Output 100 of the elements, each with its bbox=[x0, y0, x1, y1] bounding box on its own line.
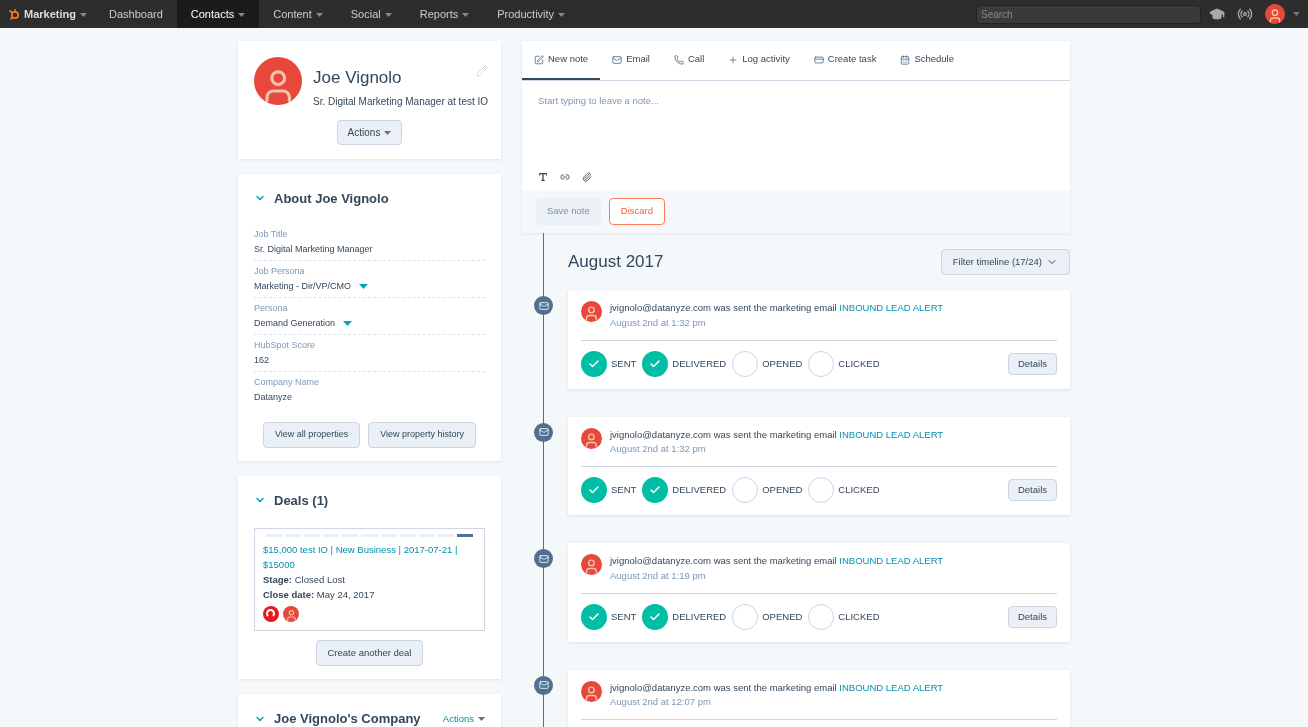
card-icon bbox=[813, 54, 824, 65]
composer-tab[interactable]: Schedule bbox=[888, 41, 966, 80]
deal-close-date: Close date: May 24, 2017 bbox=[263, 588, 376, 602]
contact-avatar bbox=[581, 554, 602, 576]
contact-avatar bbox=[581, 427, 602, 449]
field-label: Persona bbox=[254, 302, 289, 315]
company-actions-link[interactable]: Actions bbox=[442, 711, 485, 727]
status-label: OPENED bbox=[762, 483, 803, 498]
status-label: OPENED bbox=[762, 356, 803, 371]
property-dropdown[interactable]: Marketing - Dir/VP/CMO bbox=[254, 279, 368, 294]
deal-stage: Stage: Closed Lost bbox=[263, 573, 346, 587]
brand-menu[interactable]: Marketing bbox=[24, 5, 87, 23]
field-label: HubSpot Score bbox=[254, 339, 317, 352]
create-deal-button[interactable]: Create another deal bbox=[315, 640, 424, 667]
section-title: Deals (1) bbox=[274, 491, 329, 510]
contact-avatar bbox=[581, 680, 602, 702]
email-link[interactable]: INBOUND LEAD ALERT bbox=[839, 428, 944, 440]
status-label: SENT bbox=[611, 483, 637, 498]
envelope-icon bbox=[538, 680, 549, 691]
plus-icon bbox=[728, 54, 739, 65]
event-time: August 2nd at 1:32 pm bbox=[610, 315, 707, 330]
event-description: jvignolo@datanyze.com was sent the marketing email INBOUND LEAD ALERT bbox=[610, 554, 944, 569]
field-value: Sr. Digital Marketing Manager bbox=[254, 243, 374, 256]
event-description: jvignolo@datanyze.com was sent the marketing email INBOUND LEAD ALERT bbox=[610, 680, 944, 695]
check-icon bbox=[649, 610, 662, 623]
property-button[interactable]: View all properties bbox=[262, 422, 361, 448]
envelope-icon bbox=[538, 553, 549, 564]
nav-item[interactable]: Contacts bbox=[176, 0, 260, 28]
status-label: DELIVERED bbox=[672, 609, 727, 624]
check-icon bbox=[588, 610, 600, 623]
caret-icon bbox=[343, 321, 353, 326]
event-description: jvignolo@datanyze.com was sent the marketing email INBOUND LEAD ALERT bbox=[610, 301, 944, 316]
section-title: About Joe Vignolo bbox=[274, 189, 389, 208]
email-link[interactable]: INBOUND LEAD ALERT bbox=[839, 302, 944, 314]
event-time: August 2nd at 1:32 pm bbox=[610, 442, 707, 456]
deal-link[interactable]: $15,000 test IO | New Business | 2017-07-21 | $15000 bbox=[263, 542, 476, 572]
status-label: CLICKED bbox=[838, 356, 880, 371]
envelope-icon bbox=[538, 300, 549, 311]
status-label: CLICKED bbox=[838, 609, 880, 624]
month-heading: August 2017 bbox=[568, 251, 664, 274]
nav-item[interactable]: Productivity bbox=[483, 0, 580, 28]
event-time: August 2nd at 1:19 pm bbox=[610, 568, 707, 583]
details-button[interactable]: Details bbox=[1007, 479, 1057, 502]
owner-avatar bbox=[283, 606, 299, 622]
email-link[interactable]: INBOUND LEAD ALERT bbox=[839, 681, 944, 693]
envelope-icon bbox=[538, 427, 549, 438]
calendar-icon bbox=[900, 54, 911, 65]
caret-icon bbox=[359, 284, 368, 289]
event-description: jvignolo@datanyze.com was sent the marketing email INBOUND LEAD ALERT bbox=[610, 427, 944, 442]
field-label: Job Title bbox=[254, 228, 289, 241]
composer-tab[interactable]: Log activity bbox=[716, 41, 802, 80]
composer-tab[interactable]: Call bbox=[661, 41, 717, 80]
contact-subtitle: Sr. Digital Marketing Manager at test IO bbox=[313, 94, 489, 109]
broadcast-icon[interactable] bbox=[1237, 6, 1253, 22]
filter-timeline-button[interactable]: Filter timeline (17/24) bbox=[940, 249, 1070, 276]
nav-item[interactable]: Social bbox=[336, 0, 406, 28]
contact-avatar bbox=[581, 301, 602, 323]
property-dropdown[interactable]: Demand Generation bbox=[254, 316, 353, 331]
envelope-icon bbox=[612, 54, 623, 65]
caret-icon bbox=[478, 717, 485, 722]
property-button[interactable]: View property history bbox=[368, 422, 477, 448]
event-time: August 2nd at 12:07 pm bbox=[610, 695, 712, 709]
status-label: CLICKED bbox=[838, 483, 880, 498]
email-link[interactable]: INBOUND LEAD ALERT bbox=[839, 555, 944, 567]
contact-avatar bbox=[254, 57, 302, 105]
note-editor-field[interactable]: Start typing to leave a note... bbox=[522, 81, 1070, 190]
caret-icon bbox=[79, 12, 87, 17]
caret-icon bbox=[384, 130, 392, 135]
status-label: SENT bbox=[611, 356, 637, 371]
text-format-icon[interactable] bbox=[538, 172, 548, 182]
nav-item[interactable]: Reports bbox=[405, 0, 484, 28]
status-label: SENT bbox=[611, 609, 637, 624]
search-field[interactable]: Search bbox=[976, 4, 1201, 24]
paperclip-icon[interactable] bbox=[582, 172, 592, 182]
phone-icon bbox=[673, 54, 684, 65]
status-label: OPENED bbox=[762, 609, 803, 624]
field-value: 162 bbox=[254, 354, 271, 367]
company-logo-icon bbox=[263, 606, 279, 622]
user-avatar bbox=[1265, 4, 1285, 24]
field-label: Company Name bbox=[254, 376, 321, 389]
actions-button[interactable]: Actions bbox=[336, 119, 403, 145]
contact-name: Joe Vignolo bbox=[313, 67, 402, 89]
status-label: DELIVERED bbox=[672, 356, 727, 371]
graduation-cap-icon[interactable] bbox=[1209, 6, 1225, 22]
check-icon bbox=[649, 357, 662, 370]
composer-tab[interactable]: Email bbox=[600, 41, 662, 80]
check-icon bbox=[588, 357, 600, 370]
sprocket-logo-icon bbox=[8, 8, 20, 20]
link-icon[interactable] bbox=[560, 172, 570, 182]
status-label: DELIVERED bbox=[672, 483, 727, 498]
nav-item[interactable]: Dashboard bbox=[94, 0, 177, 28]
caret-icon bbox=[1293, 12, 1300, 16]
field-label: Job Persona bbox=[254, 265, 306, 278]
section-title: Joe Vignolo's Company bbox=[274, 710, 421, 727]
composer-tab[interactable]: Create task bbox=[801, 41, 889, 80]
edit-icon bbox=[534, 54, 544, 65]
field-value: Datanyze bbox=[254, 391, 294, 404]
details-button[interactable]: Details bbox=[1007, 605, 1057, 628]
details-button[interactable]: Details bbox=[1007, 352, 1057, 375]
nav-item[interactable]: Content bbox=[259, 0, 337, 28]
